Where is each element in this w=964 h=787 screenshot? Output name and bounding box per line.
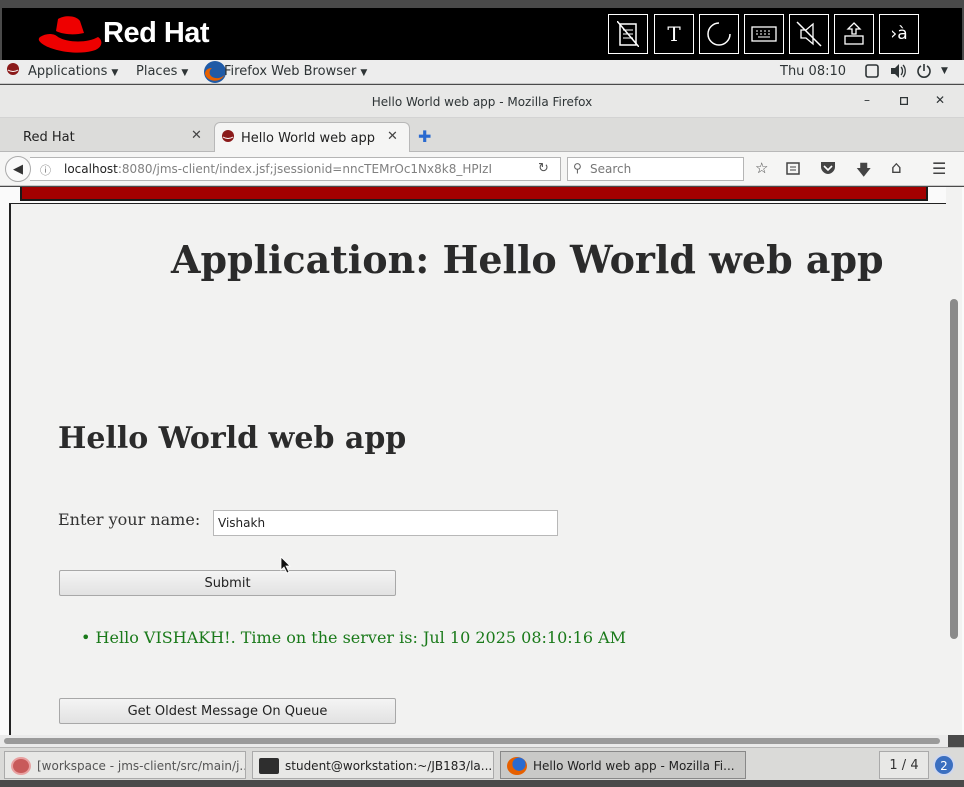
desktop-frame: Red Hat T ›à Applications ▼ Places ▼ Firef… [0,0,964,787]
keyboard-icon[interactable] [744,14,784,54]
page-content: Application: Hello World web app Hello W… [9,203,947,735]
taskbar-item-eclipse[interactable]: [workspace - jms-client/src/main/j... [4,751,246,779]
get-oldest-message-button[interactable]: Get Oldest Message On Queue [59,698,396,724]
reading-list-icon[interactable] [786,161,800,179]
hamburger-menu-icon[interactable]: ☰ [932,159,946,178]
taskbar: [workspace - jms-client/src/main/j... st… [0,747,964,780]
text-tool-icon[interactable]: T [654,14,694,54]
url-path: :8080/jms-client/index.jsf;jsessionid=nn… [117,162,492,176]
places-label: Places [136,64,178,79]
taskbar-item-firefox[interactable]: Hello World web app - Mozilla Fi... [500,751,746,779]
workspace-pager[interactable]: 1 / 4 [879,751,929,779]
page-banner [20,187,928,201]
taskbar-item-label: Hello World web app - Mozilla Fi... [533,759,735,773]
taskbar-item-terminal[interactable]: student@workstation:~/JB183/la... [252,751,494,779]
redhat-favicon-icon [221,129,235,147]
redhat-menu-icon [6,63,20,79]
name-input[interactable]: Vishakh [213,510,558,536]
firefox-app-menu[interactable]: Firefox Web Browser ▼ [224,64,367,79]
maximize-icon[interactable] [899,94,909,108]
server-message-text: Hello VISHAKH!. Time on the server is: J… [95,628,627,647]
new-tab-icon[interactable]: ✚ [418,127,431,146]
site-info-icon[interactable]: ⓘ [40,162,51,178]
url-host: localhost [64,162,118,176]
close-window-icon[interactable]: ✕ [935,93,945,107]
window-titlebar: Hello World web app - Mozilla Firefox – … [0,85,964,118]
clock[interactable]: Thu 08:10 [780,64,846,79]
tab-red-hat[interactable]: Red Hat ✕ [4,122,214,152]
chevron-down-icon: ▼ [111,68,119,78]
gnome-top-panel: Applications ▼ Places ▼ Firefox Web Browse… [0,60,964,84]
places-menu[interactable]: Places ▼ [136,64,188,79]
url-bar[interactable]: ⓘ localhost:8080/jms-client/index.jsf;js… [30,157,561,181]
navigation-toolbar: ⓘ localhost:8080/jms-client/index.jsf;js… [0,152,964,186]
mute-speaker-icon[interactable] [789,14,829,54]
tab-strip: Red Hat ✕ Hello World web app ✕ ✚ [0,118,964,152]
bullet-icon: • [81,628,96,647]
pocket-icon[interactable] [820,161,836,179]
input-method-glyph: ›à [890,24,908,44]
close-tab-icon[interactable]: ✕ [191,128,202,143]
download-icon[interactable]: 🡇 [856,160,871,185]
server-message: • Hello VISHAKH!. Time on the server is:… [81,628,626,647]
vertical-scrollbar[interactable] [946,187,962,735]
notification-badge[interactable]: 2 [933,754,955,776]
back-arrow-icon: ◀ [13,161,23,177]
horizontal-scrollbar[interactable] [0,735,948,747]
mouse-pointer-icon [280,556,291,574]
text-tool-glyph: T [667,22,681,46]
search-placeholder: Search [590,162,632,176]
applications-label: Applications [28,64,108,79]
bookmark-star-icon[interactable]: ☆ [755,159,768,177]
url-text: localhost:8080/jms-client/index.jsf;jses… [64,162,534,176]
search-input[interactable]: ⚲ Search [567,157,744,181]
submit-button[interactable]: Submit [59,570,396,596]
taskbar-item-label: student@workstation:~/JB183/la... [285,759,493,773]
input-method-icon[interactable]: ›à [879,14,919,54]
chevron-down-icon: ▼ [181,68,189,78]
firefox-app-label: Firefox Web Browser [224,64,357,79]
tab-hello-world[interactable]: Hello World web app ✕ [214,122,410,152]
home-icon[interactable]: ⌂ [891,158,902,178]
application-heading: Application: Hello World web app [171,237,884,282]
minimize-icon[interactable]: – [864,93,870,107]
terminal-icon [259,758,279,774]
applications-menu[interactable]: Applications ▼ [28,64,118,79]
eject-icon[interactable] [834,14,874,54]
chevron-down-icon[interactable]: ▼ [941,66,948,76]
volume-icon[interactable] [890,63,908,83]
firefox-logo-icon [507,757,527,775]
back-button[interactable]: ◀ [5,156,31,182]
app-subheading: Hello World web app [58,421,407,456]
page-viewport: Application: Hello World web app Hello W… [0,187,964,735]
red-hat-logo-icon [38,16,102,53]
eclipse-icon [11,757,31,775]
search-icon: ⚲ [573,161,582,175]
taskbar-item-label: [workspace - jms-client/src/main/j... [37,759,246,773]
tab-label: Red Hat [23,130,75,145]
horizontal-scroll-thumb[interactable] [4,738,940,744]
name-label: Enter your name: [58,510,201,529]
chevron-down-icon: ▼ [360,68,368,78]
vertical-scroll-thumb[interactable] [950,299,958,639]
window-title: Hello World web app - Mozilla Firefox [371,95,593,109]
window-icon[interactable] [865,64,879,82]
close-tab-icon[interactable]: ✕ [387,129,398,144]
clipboard-icon[interactable] [608,14,648,54]
refresh-circle-icon[interactable] [699,14,739,54]
power-icon[interactable] [916,63,932,83]
red-hat-brand-bar: Red Hat T ›à [2,8,962,60]
tab-label: Hello World web app [241,131,375,146]
brand-name: Red Hat [103,17,210,49]
reload-icon[interactable]: ↻ [538,161,549,176]
